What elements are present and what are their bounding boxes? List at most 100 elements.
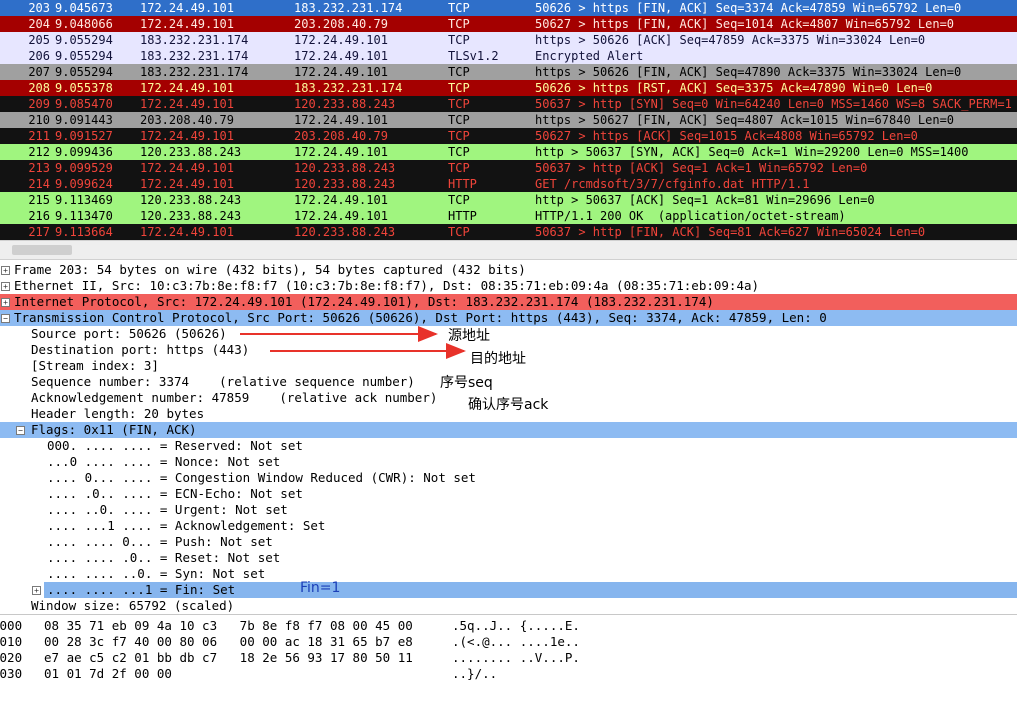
packet-source: 172.24.49.101	[140, 129, 234, 143]
packet-row[interactable]: 208 9.055378 172.24.49.101 183.232.231.174 T…	[0, 80, 1017, 96]
detail-row[interactable]: .... .0.. .... = ECN-Echo: Not set	[0, 486, 1017, 502]
packet-protocol: TCP	[448, 1, 470, 15]
hex-row[interactable]: 0000 08 35 71 eb 09 4a 10 c3 7b 8e f8 f7 …	[0, 618, 1017, 634]
packet-source: 120.233.88.243	[140, 193, 242, 207]
hex-row[interactable]: 0010 00 28 3c f7 40 00 80 06 00 00 ac 18 …	[0, 634, 1017, 650]
hex-bytes: 01 01 7d 2f 00 00	[44, 666, 172, 681]
packet-time: 9.099436	[55, 145, 113, 159]
packet-row[interactable]: 209 9.085470 172.24.49.101 120.233.88.243 TC…	[0, 96, 1017, 112]
packet-time: 9.113469	[55, 193, 113, 207]
packet-info: 50627 > https [ACK] Seq=1015 Ack=4808 Wi…	[535, 129, 918, 143]
packet-row[interactable]: 203 9.045673 172.24.49.101 183.232.231.174 T…	[0, 0, 1017, 16]
packet-row[interactable]: 215 9.113469 120.233.88.243 172.24.49.101 TC…	[0, 192, 1017, 208]
packet-info: 50637 > http [FIN, ACK] Seq=81 Ack=627 W…	[535, 225, 926, 239]
packet-destination: 172.24.49.101	[294, 193, 388, 207]
packet-protocol: TCP	[448, 193, 470, 207]
packet-protocol: TCP	[448, 161, 470, 175]
detail-text: .... .... ..0. = Syn: Not set	[47, 566, 266, 581]
packet-row[interactable]: 206 9.055294 183.232.231.174 172.24.49.101 T…	[0, 48, 1017, 64]
detail-row[interactable]: .... .... 0... = Push: Not set	[0, 534, 1017, 550]
packet-time: 9.055294	[55, 33, 113, 47]
detail-text: .... .0.. .... = ECN-Echo: Not set	[47, 486, 303, 501]
packet-number: 207	[28, 65, 50, 79]
packet-row[interactable]: 216 9.113470 120.233.88.243 172.24.49.101 HT…	[0, 208, 1017, 224]
detail-row[interactable]: Window size: 65792 (scaled)	[0, 598, 1017, 614]
packet-protocol: HTTP	[448, 209, 477, 223]
packet-info: https > 50626 [FIN, ACK] Seq=47890 Ack=3…	[535, 65, 962, 79]
packet-info: 50637 > http [ACK] Seq=1 Ack=1 Win=65792…	[535, 161, 868, 175]
packet-bytes-pane[interactable]: 0000 08 35 71 eb 09 4a 10 c3 7b 8e f8 f7 …	[0, 618, 1017, 719]
collapse-icon[interactable]: −	[1, 314, 10, 323]
packet-row[interactable]: 212 9.099436 120.233.88.243 172.24.49.101 TC…	[0, 144, 1017, 160]
packet-details-tree[interactable]: + Frame 203: 54 bytes on wire (432 bits),…	[0, 262, 1017, 615]
expand-icon[interactable]: +	[1, 298, 10, 307]
packet-row[interactable]: 214 9.099624 172.24.49.101 120.233.88.243 HT…	[0, 176, 1017, 192]
collapse-icon[interactable]: −	[16, 426, 25, 435]
expand-icon[interactable]: +	[1, 266, 10, 275]
detail-row[interactable]: − Flags: 0x11 (FIN, ACK)	[0, 422, 1017, 438]
packet-row[interactable]: 210 9.091443 203.208.40.79 172.24.49.101 TCP…	[0, 112, 1017, 128]
detail-row[interactable]: ...0 .... .... = Nonce: Not set	[0, 454, 1017, 470]
packet-number: 203	[28, 1, 50, 15]
packet-destination: 183.232.231.174	[294, 81, 403, 95]
packet-row[interactable]: 204 9.048066 172.24.49.101 203.208.40.79 TCP…	[0, 16, 1017, 32]
packet-row[interactable]: 205 9.055294 183.232.231.174 172.24.49.101 T…	[0, 32, 1017, 48]
expand-icon[interactable]: +	[1, 282, 10, 291]
detail-row[interactable]: .... ..0. .... = Urgent: Not set	[0, 502, 1017, 518]
detail-row[interactable]: + Internet Protocol, Src: 172.24.49.101 (…	[0, 294, 1017, 310]
hex-offset: 0030	[0, 666, 23, 681]
packet-time: 9.055378	[55, 81, 113, 95]
detail-row[interactable]: Sequence number: 3374 (relative sequence…	[0, 374, 1017, 390]
packet-protocol: TCP	[448, 145, 470, 159]
detail-row[interactable]: − Transmission Control Protocol, Src Port…	[0, 310, 1017, 326]
detail-row[interactable]: + Frame 203: 54 bytes on wire (432 bits),…	[0, 262, 1017, 278]
packet-source: 120.233.88.243	[140, 209, 242, 223]
scrollbar-thumb[interactable]	[12, 245, 72, 255]
detail-row[interactable]: 000. .... .... = Reserved: Not set	[0, 438, 1017, 454]
packet-number: 209	[28, 97, 50, 111]
packet-number: 217	[28, 225, 50, 239]
detail-row[interactable]: .... 0... .... = Congestion Window Reduc…	[0, 470, 1017, 486]
expand-icon[interactable]: +	[32, 586, 41, 595]
detail-text: 000. .... .... = Reserved: Not set	[47, 438, 303, 453]
packet-destination: 172.24.49.101	[294, 33, 388, 47]
detail-row[interactable]: .... .... ..0. = Syn: Not set	[0, 566, 1017, 582]
packet-time: 9.113470	[55, 209, 113, 223]
detail-row[interactable]: .... ...1 .... = Acknowledgement: Set	[0, 518, 1017, 534]
hex-bytes: 00 28 3c f7 40 00 80 06 00 00 ac 18 31 6…	[44, 634, 413, 649]
packet-time: 9.055294	[55, 65, 113, 79]
detail-row[interactable]: Source port: 50626 (50626)	[0, 326, 1017, 342]
packet-protocol: TLSv1.2	[448, 49, 499, 63]
packet-number: 208	[28, 81, 50, 95]
hex-row[interactable]: 0020 e7 ae c5 c2 01 bb db c7 18 2e 56 93 …	[0, 650, 1017, 666]
packet-list[interactable]: 203 9.045673 172.24.49.101 183.232.231.174 T…	[0, 0, 1017, 240]
annotation-destination-address: 目的地址	[470, 351, 526, 367]
packet-row[interactable]: 207 9.055294 183.232.231.174 172.24.49.101 T…	[0, 64, 1017, 80]
detail-text: .... .... 0... = Push: Not set	[47, 534, 273, 549]
hex-offset: 0020	[0, 650, 23, 665]
packet-number: 216	[28, 209, 50, 223]
packet-row[interactable]: 213 9.099529 172.24.49.101 120.233.88.243 TC…	[0, 160, 1017, 176]
packet-row[interactable]: 217 9.113664 172.24.49.101 120.233.88.243 TC…	[0, 224, 1017, 240]
packet-info: https > 50627 [FIN, ACK] Seq=4807 Ack=10…	[535, 113, 955, 127]
detail-text: .... 0... .... = Congestion Window Reduc…	[47, 470, 476, 485]
detail-text: Window size: 65792 (scaled)	[31, 598, 235, 613]
detail-row[interactable]: + .... .... ...1 = Fin: Set	[0, 582, 1017, 598]
detail-text: .... ..0. .... = Urgent: Not set	[47, 502, 288, 517]
detail-text: Source port: 50626 (50626)	[31, 326, 227, 341]
packet-info: 50626 > https [FIN, ACK] Seq=3374 Ack=47…	[535, 1, 962, 15]
packet-number: 214	[28, 177, 50, 191]
packet-protocol: TCP	[448, 81, 470, 95]
detail-row[interactable]: .... .... .0.. = Reset: Not set	[0, 550, 1017, 566]
packet-info: GET /rcmdsoft/3/7/cfginfo.dat HTTP/1.1	[535, 177, 810, 191]
packet-time: 9.091443	[55, 113, 113, 127]
packet-info: Encrypted Alert	[535, 49, 644, 63]
packet-destination: 203.208.40.79	[294, 17, 388, 31]
hex-ascii: ........ ..V...P.	[452, 650, 580, 665]
detail-row[interactable]: + Ethernet II, Src: 10:c3:7b:8e:f8:f7 (10…	[0, 278, 1017, 294]
detail-text: Ethernet II, Src: 10:c3:7b:8e:f8:f7 (10:…	[14, 278, 760, 293]
hex-row[interactable]: 0030 01 01 7d 2f 00 00 ..}/..	[0, 666, 1017, 682]
packet-time: 9.055294	[55, 49, 113, 63]
packet-row[interactable]: 211 9.091527 172.24.49.101 203.208.40.79 TCP…	[0, 128, 1017, 144]
horizontal-scrollbar[interactable]	[0, 240, 1017, 260]
